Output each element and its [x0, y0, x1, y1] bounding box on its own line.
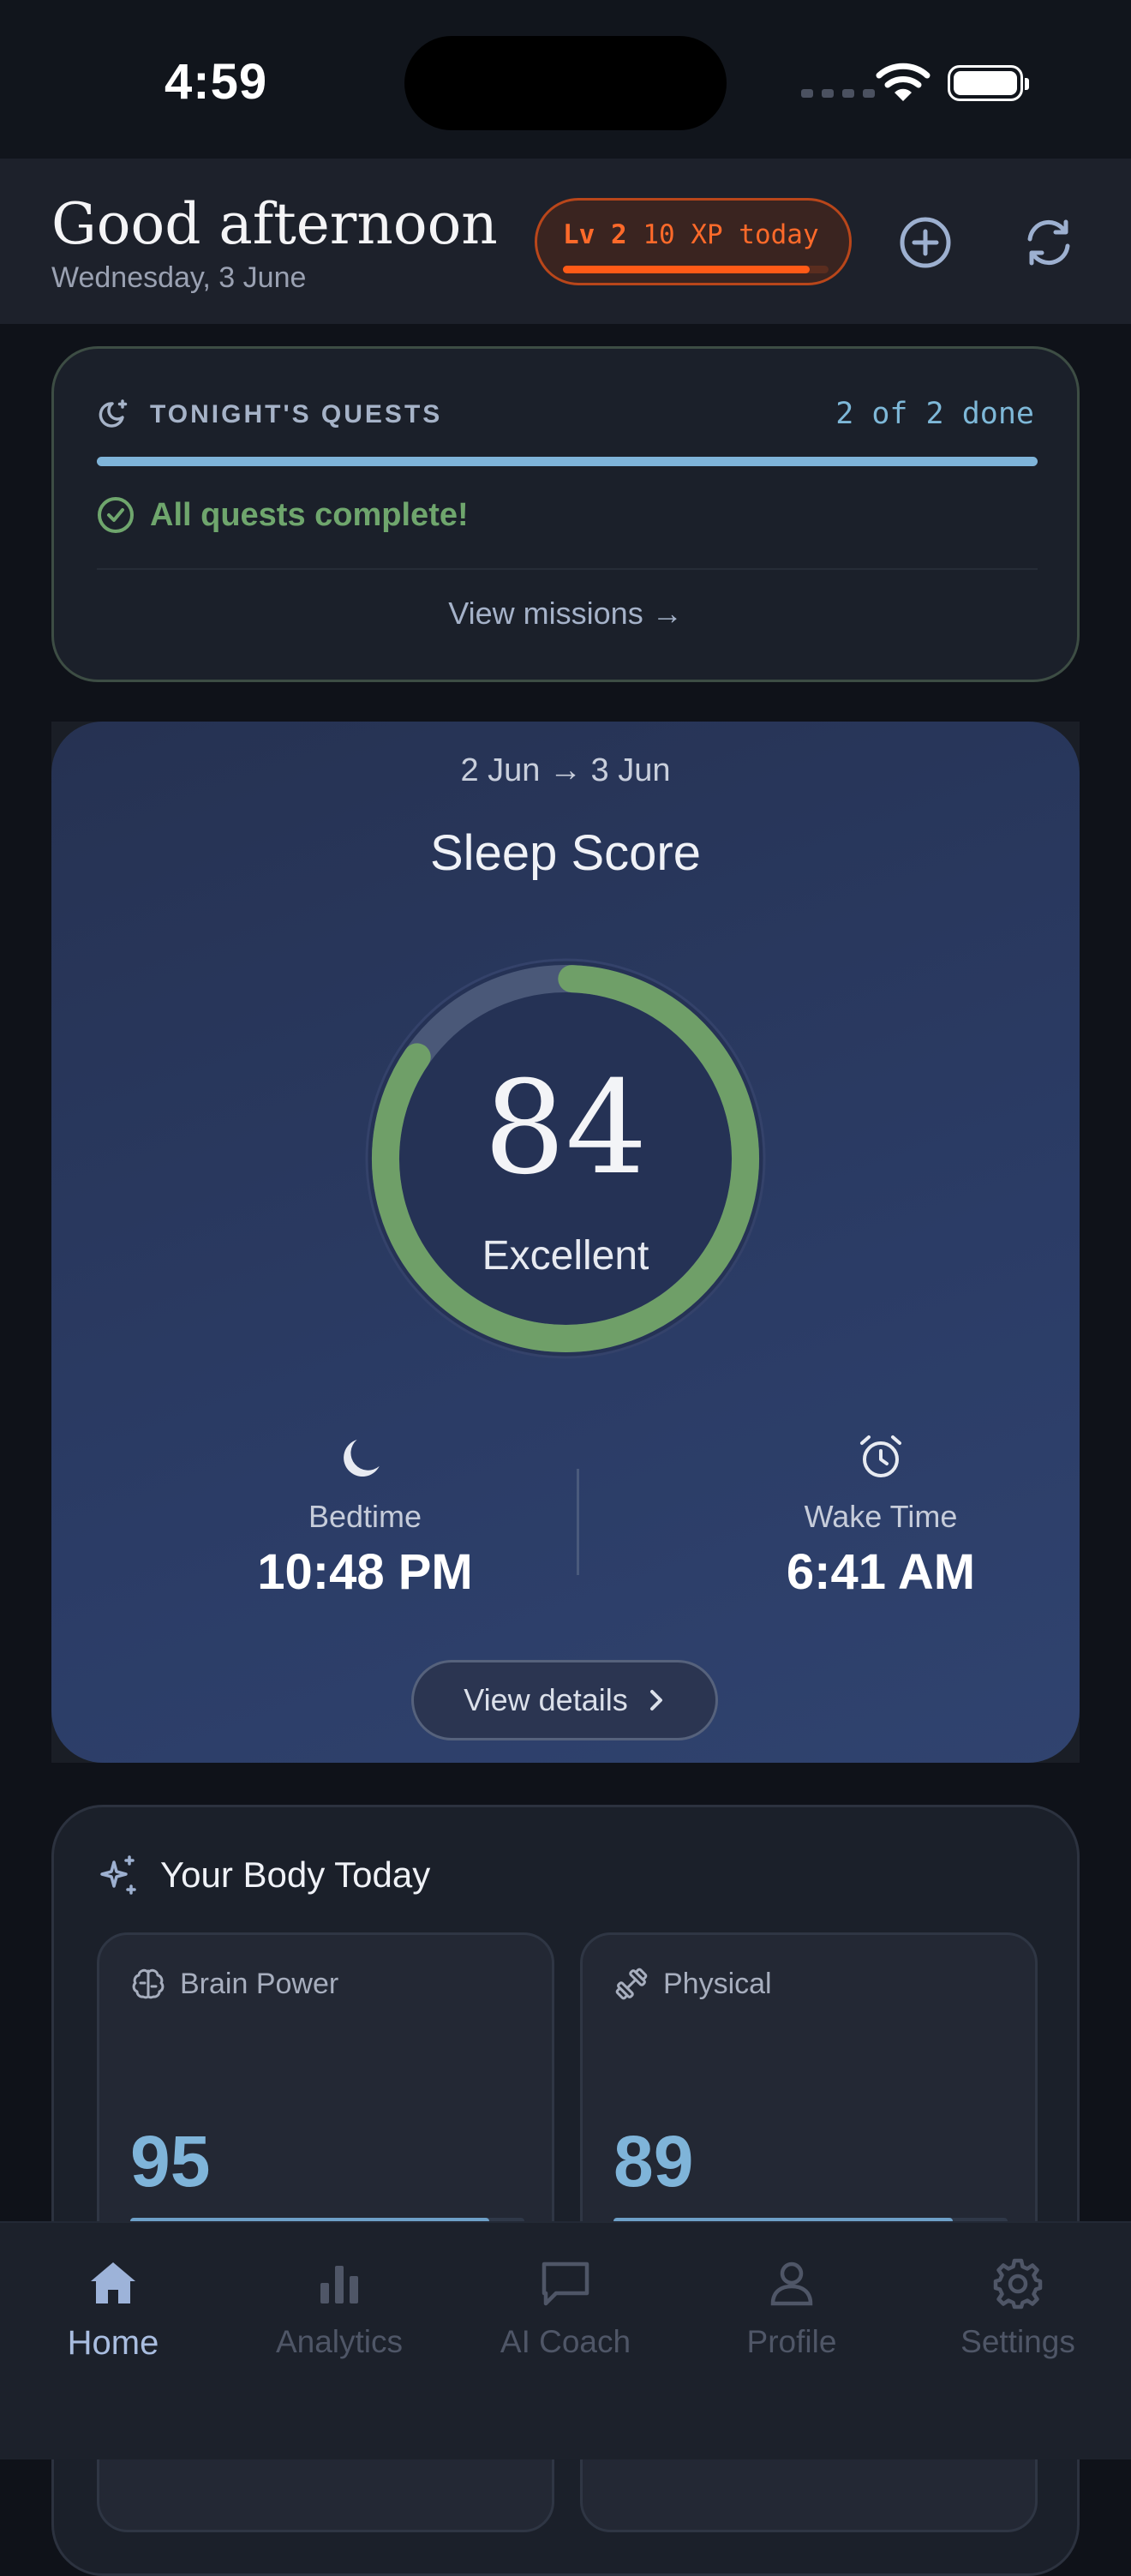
xp-level-badge[interactable]: Lv 2 10 XP today	[535, 198, 852, 285]
tab-profile[interactable]: Profile	[679, 2245, 905, 2374]
bedtime-label: Bedtime	[308, 1499, 422, 1534]
tab-profile-label: Profile	[746, 2324, 837, 2359]
sleep-score-card[interactable]: 2 Jun → 3 Jun Sleep Score 84 Excellent B…	[51, 722, 1080, 1763]
tab-settings[interactable]: Settings	[905, 2245, 1131, 2374]
quests-progress-bar	[97, 457, 1038, 466]
header: Good afternoon Wednesday, 3 June Lv 2 10…	[0, 159, 1131, 324]
bedtime-value: 10:48 PM	[257, 1544, 473, 1600]
sparkles-icon	[100, 1855, 136, 1895]
wake-time-label: Wake Time	[804, 1499, 958, 1534]
bedtime-stat: Bedtime 10:48 PM	[194, 1433, 536, 1601]
physical-value: 89	[613, 2121, 694, 2202]
refresh-icon	[1027, 219, 1070, 266]
wifi-icon	[876, 63, 931, 101]
xp-today: 10 XP today	[643, 219, 819, 250]
add-button[interactable]	[893, 210, 958, 275]
moon-star-icon	[99, 399, 128, 428]
tab-home-label: Home	[67, 2324, 159, 2362]
tab-settings-label: Settings	[960, 2324, 1075, 2359]
chat-bubble-icon	[542, 2261, 589, 2306]
quests-title: TONIGHT'S QUESTS	[150, 400, 443, 428]
dumbbell-icon	[615, 1968, 648, 2000]
stat-divider	[577, 1469, 579, 1575]
greeting-title: Good afternoon	[51, 191, 498, 257]
user-icon	[770, 2261, 813, 2306]
status-bar: 4:59	[0, 0, 1131, 159]
view-details-label: View details	[464, 1682, 628, 1717]
bottom-tab-bar: Home Analytics AI Coach Profile Settings	[0, 2221, 1131, 2459]
tab-ai-coach-label: AI Coach	[500, 2324, 631, 2359]
battery-icon	[948, 65, 1029, 101]
cellular-signal-icon	[801, 89, 875, 98]
sleep-score-section: 2 Jun → 3 Jun Sleep Score 84 Excellent B…	[51, 722, 1080, 1763]
sleep-score-rating: Excellent	[482, 1233, 649, 1279]
alarm-clock-icon	[860, 1435, 901, 1477]
body-today-title: Your Body Today	[160, 1854, 431, 1895]
plus-circle-icon	[900, 217, 951, 268]
date-subtitle: Wednesday, 3 June	[51, 261, 307, 294]
bar-chart-icon	[320, 2266, 358, 2303]
xp-progress-bar	[563, 266, 829, 273]
xp-level: Lv 2	[563, 219, 627, 250]
brain-icon	[132, 1968, 165, 1999]
wake-time-stat: Wake Time 6:41 AM	[709, 1433, 1052, 1601]
dynamic-island	[404, 36, 727, 130]
sleep-date-range: 2 Jun → 3 Jun	[460, 752, 671, 788]
body-today-card: Your Body Today Brain Power 95 Physical …	[51, 1805, 1080, 2576]
view-details-button[interactable]: View details	[411, 1660, 718, 1740]
tab-analytics-label: Analytics	[275, 2324, 404, 2359]
status-time: 4:59	[165, 54, 268, 110]
moon-icon	[344, 1440, 380, 1477]
sleep-score-value: 84	[483, 1054, 648, 1203]
view-missions-link[interactable]: View missions →	[54, 596, 1077, 632]
tab-home[interactable]: Home	[0, 2245, 226, 2374]
sleep-score-gauge: 84 Excellent	[360, 953, 771, 1364]
divider	[97, 568, 1038, 570]
wake-time-value: 6:41 AM	[786, 1544, 976, 1600]
physical-label: Physical	[663, 1967, 772, 2000]
sleep-score-title: Sleep Score	[430, 825, 701, 881]
tab-ai-coach[interactable]: AI Coach	[452, 2245, 679, 2374]
quests-count: 2 of 2 done	[835, 397, 1034, 431]
brain-power-value: 95	[130, 2121, 211, 2202]
sync-button[interactable]	[1016, 210, 1081, 275]
tonights-quests-card: TONIGHT'S QUESTS 2 of 2 done All quests …	[51, 346, 1080, 682]
gear-icon	[993, 2258, 1043, 2309]
check-circle-icon	[98, 497, 134, 533]
brain-power-label: Brain Power	[180, 1967, 339, 2000]
chevron-right-icon	[649, 1690, 662, 1710]
tab-analytics[interactable]: Analytics	[226, 2245, 452, 2374]
quests-complete-message: All quests complete!	[150, 496, 469, 533]
home-icon	[91, 2262, 135, 2303]
